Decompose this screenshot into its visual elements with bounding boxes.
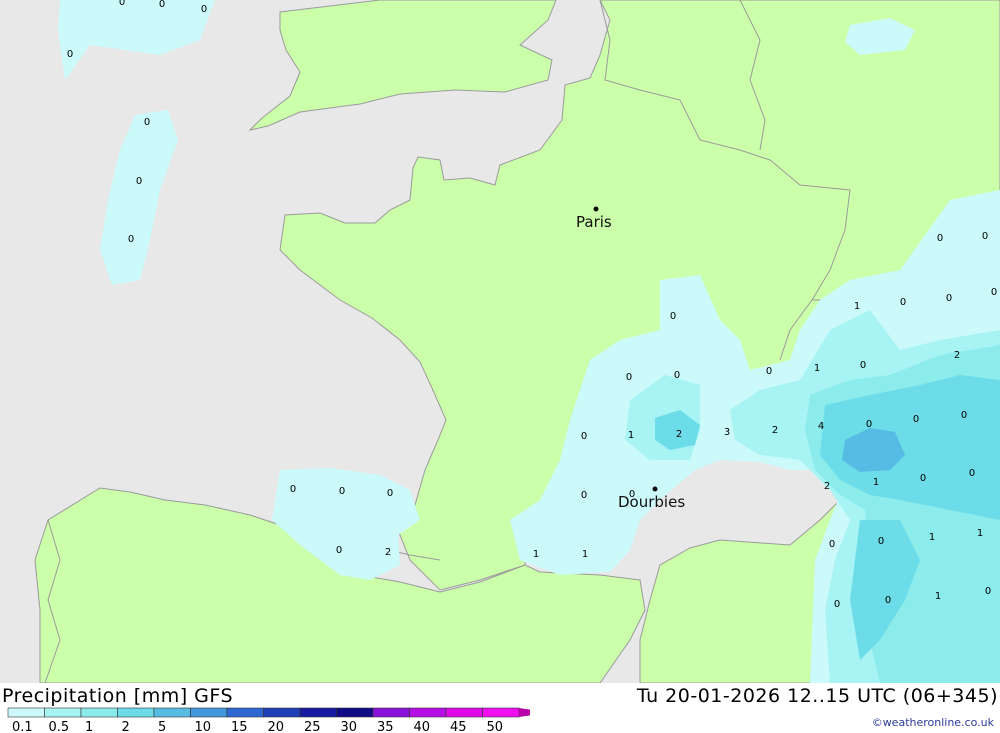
footer: Precipitation [mm] GFS Tu 20-01-2026 12.… [0, 683, 1000, 733]
city-label-paris: Paris [576, 213, 612, 231]
legend-label: 20 [268, 720, 285, 733]
legend-swatch [44, 707, 82, 718]
value-label: 0 [920, 473, 926, 484]
legend-arrow [519, 708, 530, 717]
value-label: 1 [977, 528, 983, 539]
legend-swatch [336, 707, 374, 718]
value-label: 0 [67, 49, 73, 60]
forecast-datetime: Tu 20-01-2026 12..15 UTC (06+345) [636, 685, 998, 707]
value-label: 0 [985, 586, 991, 597]
value-label: 0 [982, 231, 988, 242]
value-label: 1 [929, 532, 935, 543]
value-label: 2 [772, 425, 778, 436]
value-label: 1 [873, 477, 879, 488]
color-legend: 0.1 0.5 1 2 5 10 15 20 25 30 35 40 45 50 [7, 707, 530, 733]
value-label: 0 [387, 488, 393, 499]
value-label: 1 [935, 591, 941, 602]
legend-swatch [7, 707, 45, 718]
legend-swatch [445, 707, 483, 718]
value-label: 2 [824, 481, 830, 492]
value-label: 1 [854, 301, 860, 312]
value-label: 0 [144, 117, 150, 128]
value-label: 0 [834, 599, 840, 610]
value-label: 0 [913, 414, 919, 425]
value-label: 0 [128, 234, 134, 245]
value-label: 0 [866, 419, 872, 430]
value-label: 0 [290, 484, 296, 495]
legend-label: 45 [450, 720, 467, 733]
value-label: 2 [385, 547, 391, 558]
value-label: 2 [954, 350, 960, 361]
value-label: 0 [961, 410, 967, 421]
value-label: 0 [626, 372, 632, 383]
value-label: 0 [766, 366, 772, 377]
value-label: 0 [339, 486, 345, 497]
legend-label: 0.1 [12, 720, 33, 733]
legend-swatch [153, 707, 191, 718]
legend-label: 25 [304, 720, 321, 733]
value-label: 0 [581, 490, 587, 501]
legend-swatch [299, 707, 337, 718]
legend-label: 35 [377, 720, 394, 733]
value-label: 0 [829, 539, 835, 550]
city-marker-paris [593, 206, 599, 212]
legend-label: 30 [341, 720, 358, 733]
value-label: 0 [581, 431, 587, 442]
value-label: 0 [159, 0, 165, 10]
legend-label: 50 [487, 720, 504, 733]
legend-swatch [263, 707, 301, 718]
value-label: 0 [136, 176, 142, 187]
value-label: 1 [814, 363, 820, 374]
value-label: 0 [860, 360, 866, 371]
legend-swatch [117, 707, 155, 718]
legend-label: 40 [414, 720, 431, 733]
value-label: 3 [724, 427, 730, 438]
value-label: 0 [885, 595, 891, 606]
city-marker-dourbies [652, 486, 658, 492]
legend-swatch [226, 707, 264, 718]
legend-label: 1 [85, 720, 93, 733]
legend-label: 2 [122, 720, 130, 733]
value-label: 1 [582, 549, 588, 560]
legend-label: 5 [158, 720, 166, 733]
value-label: 0 [629, 489, 635, 500]
map-canvas: Paris Dourbies 0 0 0000000 0 0 1 00 01 0 0020 1 2 3 2… [0, 0, 1000, 684]
legend-swatch [482, 707, 520, 718]
value-label: 4 [818, 421, 824, 432]
value-label: 0 [201, 4, 207, 15]
value-label: 1 [533, 549, 539, 560]
legend-label: 15 [231, 720, 248, 733]
value-label: 0 [119, 0, 125, 8]
value-label: 0 [670, 311, 676, 322]
credit: ©weatheronline.co.uk [871, 716, 994, 729]
value-label: 0 [991, 287, 997, 298]
precipitation-map: Paris Dourbies 0000000000010001000201232… [0, 0, 1000, 684]
value-label: 0 [674, 370, 680, 381]
value-label: 0 [937, 233, 943, 244]
legend-swatch [372, 707, 410, 718]
legend-swatch [190, 707, 228, 718]
value-label: 0 [900, 297, 906, 308]
value-label: 0 [336, 545, 342, 556]
value-label: 0 [878, 536, 884, 547]
value-label: 0 [969, 468, 975, 479]
legend-swatch [80, 707, 118, 718]
value-label: 0 [946, 293, 952, 304]
value-label: 1 [628, 430, 634, 441]
legend-label: 10 [195, 720, 212, 733]
legend-swatch [409, 707, 447, 718]
legend-label: 0.5 [49, 720, 70, 733]
value-label: 2 [676, 429, 682, 440]
